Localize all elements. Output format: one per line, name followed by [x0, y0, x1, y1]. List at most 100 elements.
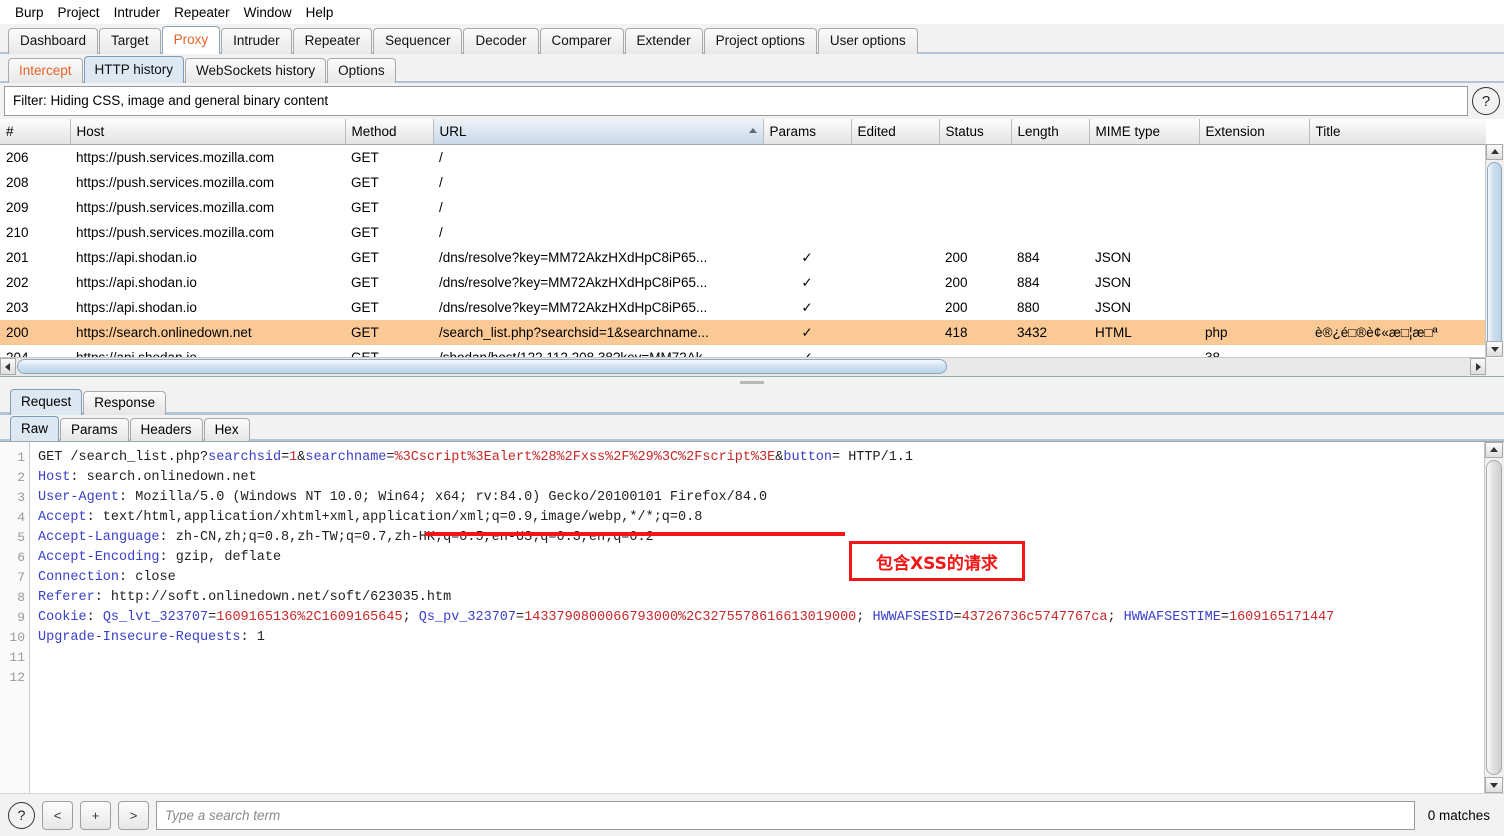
- cell-mime: HTML: [1089, 320, 1199, 345]
- cell-ext: [1199, 170, 1309, 195]
- sub-tab-websockets-history[interactable]: WebSockets history: [185, 58, 326, 83]
- editor-vertical-scrollbar[interactable]: [1484, 442, 1504, 793]
- cell-params: [763, 145, 851, 171]
- menu-item-burp[interactable]: Burp: [8, 3, 51, 22]
- add-match-button[interactable]: +: [80, 801, 111, 830]
- raw-request-text[interactable]: GET /search_list.php?searchsid=1&searchn…: [30, 442, 1485, 793]
- column-header-label: Extension: [1206, 124, 1265, 139]
- cell-status: [939, 170, 1011, 195]
- column-header-length[interactable]: Length: [1011, 119, 1089, 145]
- column-header-mime-type[interactable]: MIME type: [1089, 119, 1199, 145]
- raw-request-editor[interactable]: 123456789101112 GET /search_list.php?sea…: [0, 442, 1485, 793]
- scroll-down-arrow-icon[interactable]: [1486, 341, 1503, 357]
- menu-bar: BurpProjectIntruderRepeaterWindowHelp: [0, 0, 1504, 24]
- cell-ext: 38: [1199, 345, 1309, 357]
- line-number: 11: [0, 648, 25, 668]
- cell-params: [763, 220, 851, 245]
- column-header-status[interactable]: Status: [939, 119, 1011, 145]
- cell-host: https://api.shodan.io: [70, 245, 345, 270]
- message-tab-request[interactable]: Request: [10, 389, 82, 415]
- vertical-scroll-thumb[interactable]: [1487, 162, 1502, 347]
- tab-sequencer[interactable]: Sequencer: [373, 28, 462, 54]
- table-row[interactable]: 209https://push.services.mozilla.comGET/: [0, 195, 1486, 220]
- sub-tab-options[interactable]: Options: [327, 58, 396, 83]
- line-number: 7: [0, 568, 25, 588]
- cell-url: /dns/resolve?key=MM72AkzHXdHpC8iP65...: [433, 295, 763, 320]
- table-row[interactable]: 203https://api.shodan.ioGET/dns/resolve?…: [0, 295, 1486, 320]
- horizontal-scroll-thumb[interactable]: [17, 359, 947, 374]
- message-tab-response[interactable]: Response: [83, 391, 166, 415]
- tab-comparer[interactable]: Comparer: [540, 28, 624, 54]
- cell-params: ✓: [763, 270, 851, 295]
- column-header-title[interactable]: Title: [1309, 119, 1486, 145]
- column-header-method[interactable]: Method: [345, 119, 433, 145]
- tab-extender[interactable]: Extender: [625, 28, 703, 54]
- view-tab-params[interactable]: Params: [60, 418, 129, 441]
- search-input[interactable]: Type a search term: [156, 801, 1415, 830]
- table-row[interactable]: 202https://api.shodan.ioGET/dns/resolve?…: [0, 270, 1486, 295]
- view-tab-headers[interactable]: Headers: [130, 418, 203, 441]
- line-number: 4: [0, 508, 25, 528]
- column-header-extension[interactable]: Extension: [1199, 119, 1309, 145]
- cell-ext: [1199, 245, 1309, 270]
- sub-tab-http-history[interactable]: HTTP history: [84, 56, 185, 83]
- history-vertical-scrollbar[interactable]: [1485, 144, 1504, 357]
- tab-project-options[interactable]: Project options: [704, 28, 817, 54]
- next-match-button[interactable]: >: [118, 801, 149, 830]
- tab-dashboard[interactable]: Dashboard: [8, 28, 98, 54]
- table-row[interactable]: 206https://push.services.mozilla.comGET/: [0, 145, 1486, 171]
- menu-item-intruder[interactable]: Intruder: [107, 3, 168, 22]
- table-row[interactable]: 210https://push.services.mozilla.comGET/: [0, 220, 1486, 245]
- filter-bar[interactable]: Filter: Hiding CSS, image and general bi…: [4, 86, 1468, 116]
- column-header-edited[interactable]: Edited: [851, 119, 939, 145]
- tab-target[interactable]: Target: [99, 28, 161, 54]
- tab-user-options[interactable]: User options: [818, 28, 918, 54]
- tab-proxy[interactable]: Proxy: [162, 26, 221, 54]
- scroll-right-arrow-icon[interactable]: [1470, 358, 1486, 375]
- question-mark-icon[interactable]: ?: [1472, 87, 1500, 115]
- tab-decoder[interactable]: Decoder: [463, 28, 538, 54]
- cell-method: GET: [345, 270, 433, 295]
- pane-splitter[interactable]: [0, 377, 1504, 388]
- editor-scroll-up-arrow-icon[interactable]: [1485, 442, 1503, 458]
- sub-tab-intercept[interactable]: Intercept: [8, 58, 83, 83]
- cell-num: 202: [0, 270, 70, 295]
- editor-scroll-thumb[interactable]: [1486, 460, 1502, 775]
- request-line: Referer: http://soft.onlinedown.net/soft…: [38, 588, 1485, 608]
- tab-intruder[interactable]: Intruder: [221, 28, 292, 54]
- proxy-sub-tab-strip: InterceptHTTP historyWebSockets historyO…: [0, 54, 1504, 83]
- column-header-label: Status: [946, 124, 984, 139]
- line-number-gutter: 123456789101112: [0, 442, 30, 793]
- request-token: = HTTP/1.1: [832, 450, 913, 465]
- view-tab-raw[interactable]: Raw: [10, 416, 59, 441]
- line-number: 2: [0, 468, 25, 488]
- cell-status: 200: [939, 245, 1011, 270]
- splitter-grip[interactable]: [740, 381, 764, 384]
- tab-repeater[interactable]: Repeater: [293, 28, 373, 54]
- table-row[interactable]: 201https://api.shodan.ioGET/dns/resolve?…: [0, 245, 1486, 270]
- column-header-host[interactable]: Host: [70, 119, 345, 145]
- view-tab-hex[interactable]: Hex: [204, 418, 250, 441]
- request-token: searchsid: [208, 450, 281, 465]
- editor-scroll-down-arrow-icon[interactable]: [1485, 777, 1503, 793]
- request-line: Accept: text/html,application/xhtml+xml,…: [38, 508, 1485, 528]
- menu-item-help[interactable]: Help: [299, 3, 341, 22]
- question-mark-icon[interactable]: ?: [8, 802, 35, 829]
- menu-item-repeater[interactable]: Repeater: [167, 3, 237, 22]
- menu-item-window[interactable]: Window: [237, 3, 299, 22]
- previous-match-button[interactable]: <: [42, 801, 73, 830]
- table-row[interactable]: 208https://push.services.mozilla.comGET/: [0, 170, 1486, 195]
- column-header-[interactable]: #: [0, 119, 70, 145]
- cell-status: 418: [939, 320, 1011, 345]
- scroll-up-arrow-icon[interactable]: [1486, 144, 1503, 160]
- cell-length: 880: [1011, 295, 1089, 320]
- column-header-params[interactable]: Params: [763, 119, 851, 145]
- history-horizontal-scrollbar[interactable]: [0, 357, 1486, 376]
- table-row[interactable]: 200https://search.onlinedown.netGET/sear…: [0, 320, 1486, 345]
- table-row[interactable]: 204https://api.shodan.ioGET/shodan/host/…: [0, 345, 1486, 357]
- menu-item-project[interactable]: Project: [51, 3, 107, 22]
- request-token: ;: [1107, 610, 1123, 625]
- request-line: GET /search_list.php?searchsid=1&searchn…: [38, 448, 1485, 468]
- column-header-url[interactable]: URL: [433, 119, 763, 145]
- scroll-left-arrow-icon[interactable]: [0, 358, 16, 375]
